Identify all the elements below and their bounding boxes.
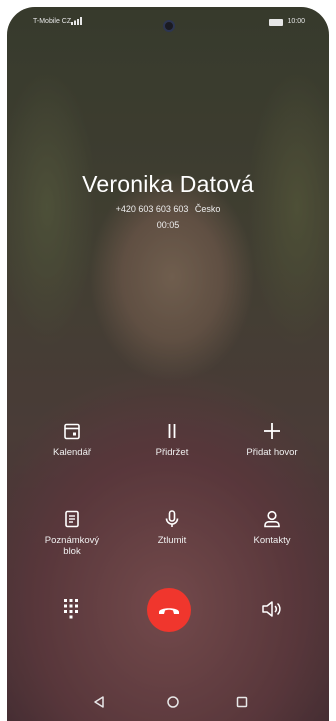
home-circle-icon[interactable] (166, 695, 180, 709)
mute-label: Ztlumit (157, 535, 187, 546)
in-call-screen: T-Mobile CZ 10:00 Veronika Datová +420 6… (7, 7, 329, 721)
speaker-icon[interactable] (261, 600, 283, 618)
microphone-icon (165, 510, 179, 527)
signal-icon (71, 17, 82, 25)
mute-button[interactable]: Ztlumit (122, 509, 222, 546)
contacts-label: Kontakty (253, 535, 291, 546)
battery-icon (269, 19, 283, 26)
status-time: 10:00 (287, 18, 305, 25)
contacts-button[interactable]: Kontakty (222, 509, 322, 546)
front-camera (163, 20, 175, 32)
add-call-label: Přidat hovor (246, 447, 298, 458)
hold-button[interactable]: Přidržet (122, 421, 222, 458)
caller-location: Česko (194, 204, 221, 214)
dialpad-icon[interactable] (61, 597, 81, 619)
phone-hangup-icon (159, 608, 179, 614)
plus-icon (264, 423, 280, 439)
calendar-button[interactable]: Kalendář (22, 421, 122, 458)
navigation-bar (7, 695, 329, 715)
status-bar: T-Mobile CZ 10:00 (7, 16, 329, 32)
hold-label: Přidržet (155, 447, 189, 458)
caller-info: +420 603 603 603 Česko (7, 204, 329, 214)
calendar-label: Kalendář (52, 447, 92, 458)
caller-block: Veronika Datová +420 603 603 603 Česko 0… (7, 171, 329, 230)
add-call-button[interactable]: Přidat hovor (222, 421, 322, 458)
call-duration: 00:05 (156, 220, 180, 230)
notepad-label: Poznámkový blok (44, 535, 100, 557)
recents-square-icon[interactable] (235, 695, 249, 709)
end-call-button[interactable] (147, 588, 191, 632)
calendar-icon (64, 423, 80, 440)
back-triangle-icon[interactable] (92, 695, 106, 709)
person-icon (264, 510, 280, 528)
note-icon (65, 510, 79, 528)
caller-number: +420 603 603 603 (115, 204, 189, 214)
pause-icon (168, 424, 176, 438)
caller-name: Veronika Datová (82, 171, 254, 197)
notepad-button[interactable]: Poznámkový blok (22, 509, 122, 557)
carrier-name: T-Mobile CZ (33, 18, 72, 25)
